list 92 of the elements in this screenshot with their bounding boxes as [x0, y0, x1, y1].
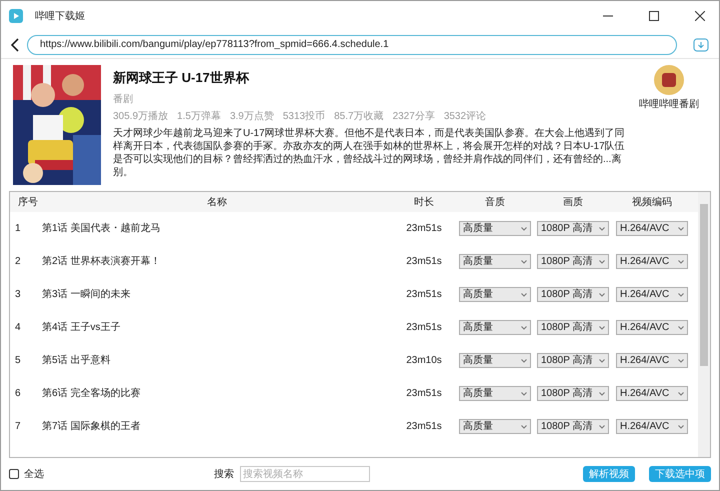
table-cell-text: 4 [14, 321, 22, 335]
scrollbar[interactable] [698, 192, 710, 457]
chevron-down-icon [599, 326, 605, 330]
description: 天才网球少年越前龙马迎来了U-17网球世界杯大赛。但他不是代表日本，而是代表美国队参赛。在大会上他遇到了同样离开日本，代表德国队参赛的手冢。亦敌亦友的两人在强手如林的世界杯上，将会展开怎样的对战？日本U-17队伍是否可以实现他们的目标？曾经挥洒过的热血汗水，曾经战斗过的网球场，曾经并肩作战的同伴们，还有曾经的...离别。 [113, 126, 626, 178]
chevron-down-icon [678, 424, 684, 428]
chevron-down-icon [678, 260, 684, 264]
chevron-down-icon [599, 392, 605, 396]
search-field[interactable]: 搜索视频名称 [240, 466, 370, 482]
dropdown[interactable]: 高质量 [459, 287, 531, 302]
chevron-down-icon [521, 326, 527, 330]
download-icon[interactable] [693, 36, 709, 52]
column-header: 音质 [484, 196, 506, 210]
column-header: 视频编码 [631, 196, 673, 210]
column-header: 序号 [17, 196, 39, 210]
dropdown[interactable]: H.264/AVC [616, 320, 688, 335]
maximize-icon[interactable] [649, 11, 659, 21]
dropdown[interactable]: 1080P 高清 [537, 254, 609, 269]
column-header: 名称 [206, 196, 228, 210]
chevron-down-icon [678, 226, 684, 230]
video-title: 新网球王子 U-17世界杯 [113, 69, 250, 87]
table-cell-text: 23m10s [406, 354, 442, 368]
dropdown[interactable]: H.264/AVC [616, 221, 688, 236]
table-cell: 第5话 出乎意料 [42, 355, 110, 366]
table-cell: 第1话 美国代表・越前龙马 [42, 223, 160, 234]
select-all-checkbox[interactable]: 全选 [9, 466, 44, 482]
chevron-down-icon [521, 424, 527, 428]
stat-text: 3.9万点赞 [230, 110, 274, 124]
dropdown[interactable]: H.264/AVC [616, 386, 688, 401]
dropdown[interactable]: 1080P 高清 [537, 419, 609, 434]
table-cell: 第2话 世界杯表演赛开幕！ [42, 256, 160, 267]
chevron-down-icon [521, 392, 527, 396]
dropdown[interactable]: 1080P 高清 [537, 287, 609, 302]
dropdown[interactable]: 高质量 [459, 386, 531, 401]
chevron-down-icon [521, 260, 527, 264]
table-cell-text: 6 [14, 387, 22, 401]
close-icon[interactable] [695, 11, 705, 21]
dropdown[interactable]: 高质量 [459, 221, 531, 236]
dropdown[interactable]: 高质量 [459, 254, 531, 269]
dropdown[interactable]: H.264/AVC [616, 419, 688, 434]
window-title: 哔哩下载姬 [35, 10, 85, 24]
chevron-down-icon [521, 226, 527, 230]
column-header: 时长 [413, 196, 435, 210]
uploader-name: 哔哩哔哩番剧 [639, 98, 699, 112]
chevron-down-icon [599, 292, 605, 296]
chevron-down-icon [678, 392, 684, 396]
video-type: 番剧 [113, 92, 134, 106]
dropdown[interactable]: 1080P 高清 [537, 221, 609, 236]
chevron-down-icon [678, 358, 684, 362]
table-cell-text: 23m51s [406, 222, 442, 236]
avatar-icon [654, 65, 684, 95]
chevron-down-icon [521, 292, 527, 296]
stat-text: 2327分享 [392, 110, 435, 124]
dropdown[interactable]: 高质量 [459, 419, 531, 434]
app-logo-icon [9, 9, 23, 23]
back-icon[interactable] [11, 38, 19, 52]
chevron-down-icon [599, 358, 605, 362]
table-cell: 第3话 一瞬间的未来 [42, 289, 130, 300]
chevron-down-icon [599, 424, 605, 428]
stat-text: 1.5万弹幕 [177, 110, 221, 124]
chevron-down-icon [678, 292, 684, 296]
stat-text: 3532评论 [444, 110, 486, 124]
stat-text: 5313投币 [282, 110, 326, 124]
search-label: 搜索 [214, 468, 234, 482]
dropdown[interactable]: 1080P 高清 [537, 386, 609, 401]
dropdown[interactable]: 高质量 [459, 353, 531, 368]
dropdown[interactable]: 1080P 高清 [537, 353, 609, 368]
table-cell-text: 23m51s [406, 255, 442, 269]
chevron-down-icon [599, 226, 605, 230]
url-field[interactable]: https://www.bilibili.com/bangumi/play/ep778113?from_spmid=666.4.schedule.1 [27, 34, 677, 54]
table-cell-text: 23m51s [406, 321, 442, 335]
dropdown[interactable]: H.264/AVC [616, 287, 688, 302]
chevron-down-icon [678, 326, 684, 330]
dropdown[interactable]: H.264/AVC [616, 353, 688, 368]
stat-text: 305.9万播放 [113, 110, 168, 124]
table-cell-text: 3 [14, 288, 22, 302]
table-cell-text: 5 [14, 354, 22, 368]
table-cell: 第6话 完全客场的比赛 [42, 388, 140, 399]
table-cell-text: 23m51s [406, 420, 442, 434]
dropdown[interactable]: 高质量 [459, 320, 531, 335]
table-cell-text: 1 [14, 222, 22, 236]
table-cell-text: 23m51s [406, 387, 442, 401]
table-cell-text: 2 [14, 255, 22, 269]
table-cell: 第7话 国际象棋的王者 [42, 421, 140, 432]
table-cell-text: 7 [14, 420, 22, 434]
table-cell: 第4话 王子vs王子 [42, 322, 120, 333]
chevron-down-icon [521, 358, 527, 362]
table-cell-text: 23m51s [406, 288, 442, 302]
dropdown[interactable]: H.264/AVC [616, 254, 688, 269]
dropdown[interactable]: 1080P 高清 [537, 320, 609, 335]
chevron-down-icon [599, 260, 605, 264]
stat-text: 85.7万收藏 [334, 110, 384, 124]
column-header: 画质 [562, 196, 584, 210]
